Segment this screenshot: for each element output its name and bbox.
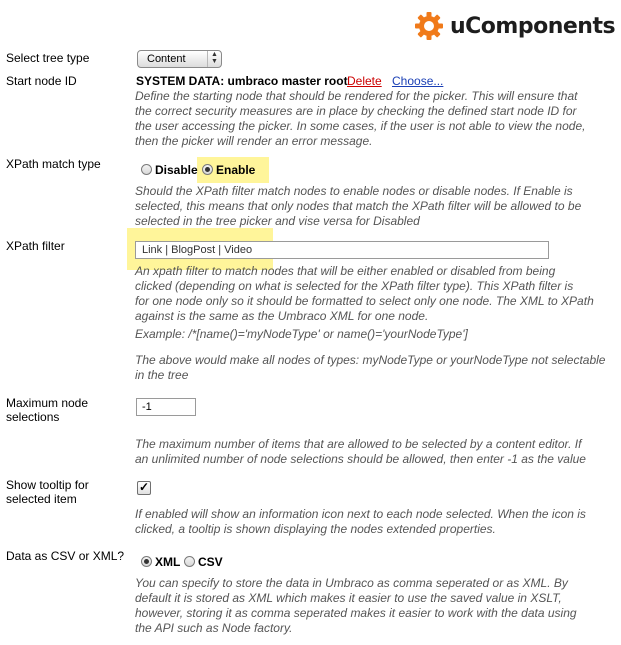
start-node-description: Define the starting node that should be … (135, 89, 586, 148)
tree-type-label: Select tree type (6, 51, 90, 65)
choose-link[interactable]: Choose... (392, 74, 443, 88)
xpath-filter-example: Example: /*[name()='myNodeType' or name(… (135, 327, 468, 341)
start-node-value: SYSTEM DATA: umbraco master root (136, 74, 348, 88)
xpath-match-description: Should the XPath filter match nodes to e… (135, 184, 582, 228)
enable-radio[interactable] (202, 164, 213, 175)
csv-label: CSV (198, 555, 223, 569)
xpath-filter-input[interactable]: Link | BlogPost | Video (135, 241, 549, 259)
xpath-filter-note: The above would make all nodes of types:… (135, 353, 606, 382)
xpath-match-label: XPath match type (6, 157, 101, 171)
start-node-label: Start node ID (6, 74, 77, 88)
ucomponents-logo: uComponents (414, 8, 616, 44)
delete-link[interactable]: Delete (347, 74, 382, 88)
data-format-label: Data as CSV or XML? (6, 549, 125, 563)
tree-type-select[interactable]: Content ▲ ▼ (137, 50, 222, 68)
xml-radio[interactable] (141, 556, 152, 567)
tooltip-checkbox[interactable]: ✓ (137, 481, 151, 495)
select-arrows-icon: ▲ ▼ (207, 51, 221, 67)
xpath-filter-label: XPath filter (6, 239, 65, 253)
brand-name: uComponents (450, 13, 616, 39)
data-format-description: You can specify to store the data in Umb… (135, 576, 577, 635)
max-nodes-description: The maximum number of items that are all… (135, 437, 586, 466)
max-nodes-label: Maximum node selections (6, 396, 89, 424)
gear-icon (414, 11, 444, 41)
tooltip-label: Show tooltip for selected item (6, 478, 89, 506)
disable-label: Disable (155, 163, 198, 177)
tooltip-description: If enabled will show an information icon… (135, 507, 586, 536)
max-nodes-input[interactable]: -1 (136, 398, 196, 416)
xpath-filter-description: An xpath filter to match nodes that will… (135, 264, 594, 323)
csv-radio[interactable] (184, 556, 195, 567)
disable-radio[interactable] (141, 164, 152, 175)
enable-label: Enable (216, 163, 256, 177)
xml-label: XML (155, 555, 181, 569)
tree-type-value: Content (147, 53, 186, 65)
